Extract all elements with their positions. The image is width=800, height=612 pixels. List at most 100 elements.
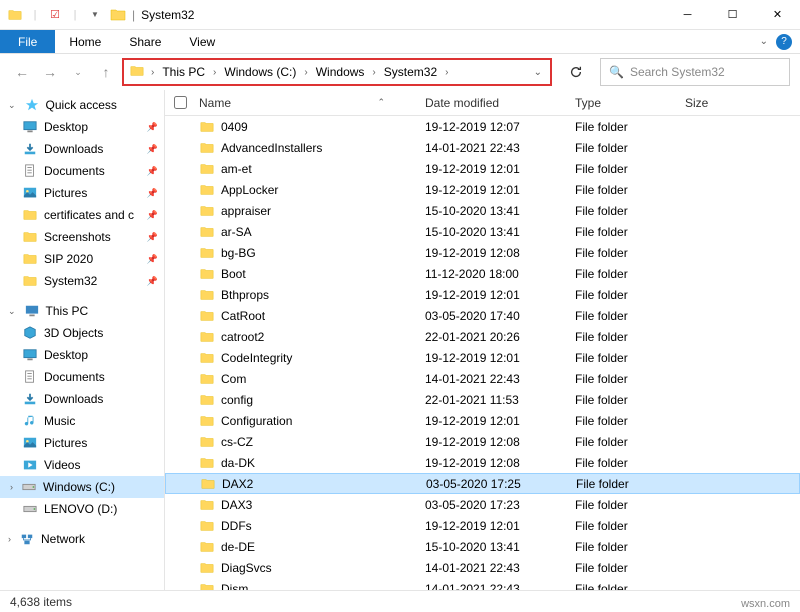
table-row[interactable]: DiagSvcs14-01-2021 22:43File folder [165,557,800,578]
table-row[interactable]: CodeIntegrity19-12-2019 12:01File folder [165,347,800,368]
chevron-right-icon[interactable]: › [10,482,15,492]
table-row[interactable]: bg-BG19-12-2019 12:08File folder [165,242,800,263]
tab-home[interactable]: Home [55,30,115,53]
breadcrumb-item[interactable]: This PC [159,65,208,79]
file-name: AdvancedInstallers [221,141,322,155]
nav-item[interactable]: System32📌 [0,270,164,292]
table-row[interactable]: config22-01-2021 11:53File folder [165,389,800,410]
forward-button[interactable]: → [38,60,62,84]
minimize-button[interactable]: ─ [665,0,710,30]
search-input[interactable] [630,65,785,79]
folder-icon [199,204,215,218]
chevron-right-icon[interactable]: › [301,67,310,78]
breadcrumb[interactable]: › This PC › Windows (C:) › Windows › Sys… [122,58,552,86]
table-row[interactable]: cs-CZ19-12-2019 12:08File folder [165,431,800,452]
properties-icon[interactable]: ☑ [46,6,64,24]
table-row[interactable]: Com14-01-2021 22:43File folder [165,368,800,389]
breadcrumb-item[interactable]: Windows (C:) [221,65,299,79]
pin-icon: 📌 [147,276,158,287]
nav-network[interactable]: › Network [0,528,164,550]
file-tab[interactable]: File [0,30,55,53]
table-row[interactable]: da-DK19-12-2019 12:08File folder [165,452,800,473]
table-row[interactable]: 040919-12-2019 12:07File folder [165,116,800,137]
select-all-checkbox[interactable] [165,96,195,109]
help-icon[interactable]: ? [776,34,792,50]
table-row[interactable]: CatRoot03-05-2020 17:40File folder [165,305,800,326]
chevron-right-icon[interactable]: › [8,534,13,544]
file-date: 19-12-2019 12:07 [425,120,575,134]
table-row[interactable]: catroot222-01-2021 20:26File folder [165,326,800,347]
table-row[interactable]: DDFs19-12-2019 12:01File folder [165,515,800,536]
nav-item[interactable]: Downloads [0,388,164,410]
up-button[interactable]: ↑ [94,60,118,84]
refresh-button[interactable] [562,58,590,86]
breadcrumb-dropdown-icon[interactable]: ⌄ [534,67,544,78]
file-type: File folder [575,456,685,470]
nav-item[interactable]: Screenshots📌 [0,226,164,248]
table-row[interactable]: DAX303-05-2020 17:23File folder [165,494,800,515]
chevron-down-icon[interactable]: ⌄ [8,100,18,111]
table-row[interactable]: am-et19-12-2019 12:01File folder [165,158,800,179]
nav-item[interactable]: Documents📌 [0,160,164,182]
nav-item[interactable]: ›Windows (C:) [0,476,164,498]
nav-item[interactable]: Videos [0,454,164,476]
file-name: bg-BG [221,246,256,260]
documents-icon [22,163,38,179]
chevron-right-icon[interactable]: › [148,67,157,78]
nav-item[interactable]: Pictures📌 [0,182,164,204]
search-box[interactable]: 🔍 [600,58,790,86]
nav-item[interactable]: Desktop📌 [0,116,164,138]
column-date[interactable]: Date modified [425,96,575,110]
table-row[interactable]: de-DE15-10-2020 13:41File folder [165,536,800,557]
downloads-icon [22,141,38,157]
table-row[interactable]: Boot11-12-2020 18:00File folder [165,263,800,284]
back-button[interactable]: ← [10,60,34,84]
recent-chevron-icon[interactable]: ⌄ [66,60,90,84]
folder-icon [199,225,215,239]
nav-item[interactable]: Desktop [0,344,164,366]
breadcrumb-item[interactable]: System32 [381,65,440,79]
chevron-down-icon[interactable]: ⌄ [8,306,18,317]
nav-item[interactable]: SIP 2020📌 [0,248,164,270]
column-size[interactable]: Size [685,96,745,110]
nav-this-pc[interactable]: ⌄This PC [0,300,164,322]
chevron-right-icon[interactable]: › [442,67,451,78]
chevron-down-icon[interactable]: ▼ [86,6,104,24]
window-folder-icon [110,7,126,23]
maximize-button[interactable]: ☐ [710,0,755,30]
table-row[interactable]: Configuration19-12-2019 12:01File folder [165,410,800,431]
breadcrumb-item[interactable]: Windows [313,65,368,79]
nav-item[interactable]: Music [0,410,164,432]
column-type[interactable]: Type [575,96,685,110]
file-name: Boot [221,267,246,281]
table-row[interactable]: DAX203-05-2020 17:25File folder [165,473,800,494]
nav-quick-access[interactable]: ⌄Quick access [0,94,164,116]
table-row[interactable]: appraiser15-10-2020 13:41File folder [165,200,800,221]
table-row[interactable]: Dism14-01-2021 22:43File folder [165,578,800,590]
file-name: cs-CZ [221,435,253,449]
pin-icon: 📌 [147,166,158,177]
folder-icon [199,330,215,344]
nav-item[interactable]: LENOVO (D:) [0,498,164,520]
table-row[interactable]: AppLocker19-12-2019 12:01File folder [165,179,800,200]
table-row[interactable]: AdvancedInstallers14-01-2021 22:43File f… [165,137,800,158]
nav-item[interactable]: certificates and c📌 [0,204,164,226]
table-row[interactable]: ar-SA15-10-2020 13:41File folder [165,221,800,242]
tab-share[interactable]: Share [115,30,175,53]
tab-view[interactable]: View [175,30,229,53]
nav-item[interactable]: Downloads📌 [0,138,164,160]
nav-item[interactable]: Documents [0,366,164,388]
table-row[interactable]: Bthprops19-12-2019 12:01File folder [165,284,800,305]
expand-ribbon-icon[interactable]: ⌄ [760,36,768,47]
close-button[interactable]: ✕ [755,0,800,30]
file-type: File folder [575,414,685,428]
chevron-right-icon[interactable]: › [210,67,219,78]
nav-item-label: Screenshots [44,230,111,244]
nav-item[interactable]: 3D Objects [0,322,164,344]
file-rows[interactable]: 040919-12-2019 12:07File folderAdvancedI… [165,116,800,590]
column-name[interactable]: Name ⌃ [195,96,425,110]
nav-item-label: Music [44,414,75,428]
nav-item[interactable]: Pictures [0,432,164,454]
folder-icon [199,162,215,176]
chevron-right-icon[interactable]: › [369,67,378,78]
